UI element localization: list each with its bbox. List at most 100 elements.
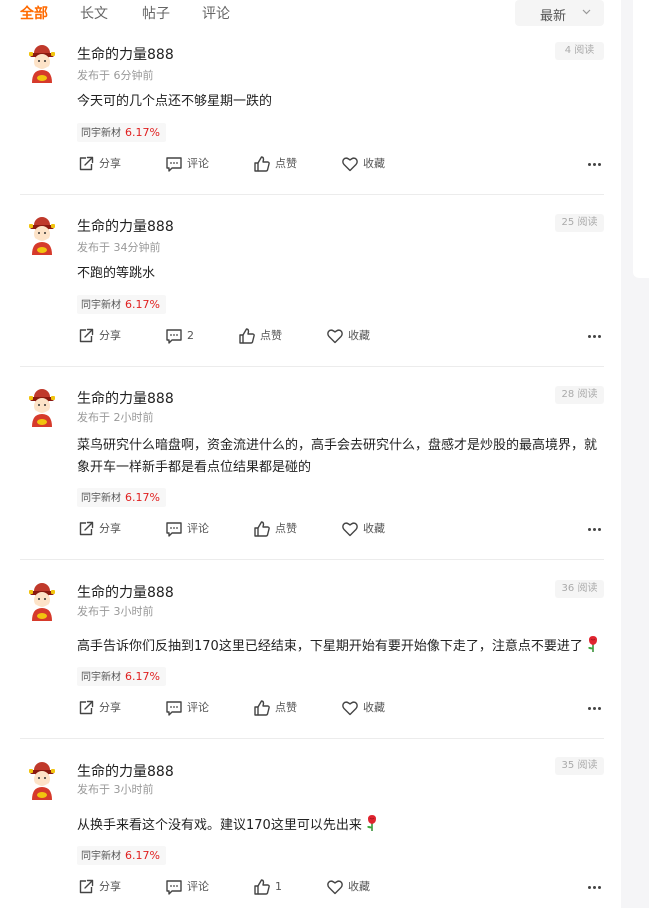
share-icon (79, 521, 94, 536)
username[interactable]: 生命的力量888 (77, 44, 174, 64)
post-time: 发布于 2小时前 (77, 411, 154, 424)
share-button[interactable]: 分享 (77, 327, 127, 345)
post-time: 发布于 3小时前 (77, 605, 154, 618)
like-label: 点赞 (275, 157, 297, 170)
share-label: 分享 (99, 157, 121, 170)
avatar[interactable] (22, 580, 62, 622)
comment-button[interactable]: 评论 (165, 699, 215, 717)
share-button[interactable]: 分享 (77, 878, 127, 896)
more-options-icon[interactable] (588, 162, 602, 168)
tab-posts[interactable]: 帖子 (142, 3, 170, 23)
avatar[interactable] (22, 214, 62, 256)
comment-label: 评论 (187, 522, 209, 535)
post-content[interactable]: 高手告诉你们反抽到170这里已经结束，下星期开始有要开始像下走了，注意点不要进了 (77, 635, 607, 658)
post-text: 高手告诉你们反抽到170这里已经结束，下星期开始有要开始像下走了，注意点不要进了 (77, 639, 583, 654)
comment-label: 评论 (187, 701, 209, 714)
share-icon (79, 156, 94, 171)
stock-tag[interactable]: 同宇新材 6.17% (77, 123, 166, 142)
chevron-down-icon (582, 9, 591, 15)
post-item: 生命的力量888 发布于 6分钟前 4 阅读 今天可的几个点还不够星期一跌的 同… (0, 38, 620, 196)
read-count: 36 阅读 (555, 580, 604, 598)
tab-all[interactable]: 全部 (20, 3, 48, 23)
read-count: 28 阅读 (555, 386, 604, 404)
divider (20, 738, 604, 739)
favorite-button[interactable]: 收藏 (326, 878, 376, 896)
post-text: 从换手来看这个没有戏。建议170这里可以先出来 (77, 818, 362, 833)
share-button[interactable]: 分享 (77, 155, 127, 173)
favorite-button[interactable]: 收藏 (341, 155, 391, 173)
thumb-up-icon (254, 700, 270, 716)
like-button[interactable]: 点赞 (253, 520, 303, 538)
comment-count: 2 (187, 329, 194, 342)
post-item: 生命的力量888 发布于 3小时前 36 阅读 高手告诉你们反抽到170这里已经… (0, 576, 620, 738)
like-button[interactable]: 点赞 (253, 155, 303, 173)
like-button[interactable]: 1 (253, 878, 293, 896)
stock-name: 同宇新材 (81, 672, 121, 683)
comment-icon (166, 880, 182, 895)
comment-button[interactable]: 2 (165, 327, 205, 345)
more-options-icon[interactable] (588, 706, 602, 712)
favorite-label: 收藏 (348, 880, 370, 893)
favorite-label: 收藏 (348, 329, 370, 342)
heart-icon (342, 157, 358, 172)
like-button[interactable]: 点赞 (238, 327, 288, 345)
favorite-button[interactable]: 收藏 (341, 699, 391, 717)
favorite-label: 收藏 (363, 157, 385, 170)
comment-button[interactable]: 评论 (165, 155, 215, 173)
favorite-label: 收藏 (363, 522, 385, 535)
post-content[interactable]: 从换手来看这个没有戏。建议170这里可以先出来 (77, 814, 607, 837)
share-button[interactable]: 分享 (77, 699, 127, 717)
heart-icon (342, 701, 358, 716)
post-content[interactable]: 不跑的等跳水 (77, 263, 607, 285)
comment-button[interactable]: 评论 (165, 520, 215, 538)
sort-dropdown[interactable]: 最新 (515, 0, 604, 26)
comment-icon (166, 522, 182, 537)
avatar[interactable] (22, 386, 62, 428)
post-content[interactable]: 菜鸟研究什么暗盘啊，资金流进什么的，高手会去研究什么，盘感才是炒股的最高境界，就… (77, 435, 607, 479)
comment-icon (166, 329, 182, 344)
stock-tag[interactable]: 同宇新材 6.17% (77, 846, 166, 865)
sort-label: 最新 (540, 9, 567, 24)
more-options-icon[interactable] (588, 527, 602, 533)
more-options-icon[interactable] (588, 334, 602, 340)
share-button[interactable]: 分享 (77, 520, 127, 538)
post-content[interactable]: 今天可的几个点还不够星期一跌的 (77, 91, 607, 113)
comment-button[interactable]: 评论 (165, 878, 215, 896)
more-options-icon[interactable] (588, 885, 602, 891)
stock-name: 同宇新材 (81, 300, 121, 311)
stock-change: 6.17% (125, 491, 160, 504)
stock-name: 同宇新材 (81, 851, 121, 862)
stock-name: 同宇新材 (81, 493, 121, 504)
like-label: 点赞 (275, 701, 297, 714)
right-panel (621, 0, 649, 908)
read-count: 25 阅读 (555, 214, 604, 232)
favorite-button[interactable]: 收藏 (341, 520, 391, 538)
share-label: 分享 (99, 329, 121, 342)
favorite-button[interactable]: 收藏 (326, 327, 376, 345)
tab-comments[interactable]: 评论 (202, 3, 230, 23)
username[interactable]: 生命的力量888 (77, 761, 174, 781)
side-card (633, 0, 649, 278)
share-icon (79, 700, 94, 715)
thumb-up-icon (254, 879, 270, 895)
like-label: 点赞 (260, 329, 282, 342)
avatar[interactable] (22, 42, 62, 84)
stock-change: 6.17% (125, 849, 160, 862)
stock-tag[interactable]: 同宇新材 6.17% (77, 488, 166, 507)
heart-icon (342, 522, 358, 537)
like-button[interactable]: 点赞 (253, 699, 303, 717)
username[interactable]: 生命的力量888 (77, 216, 174, 236)
like-label: 点赞 (275, 522, 297, 535)
username[interactable]: 生命的力量888 (77, 582, 174, 602)
stock-name: 同宇新材 (81, 128, 121, 139)
stock-tag[interactable]: 同宇新材 6.17% (77, 295, 166, 314)
post-time: 发布于 34分钟前 (77, 241, 161, 254)
comment-icon (166, 157, 182, 172)
rose-emoji-icon (366, 814, 377, 832)
stock-tag[interactable]: 同宇新材 6.17% (77, 667, 166, 686)
avatar[interactable] (22, 759, 62, 801)
tab-long-article[interactable]: 长文 (80, 3, 108, 23)
username[interactable]: 生命的力量888 (77, 388, 174, 408)
post-time: 发布于 3小时前 (77, 783, 154, 796)
favorite-label: 收藏 (363, 701, 385, 714)
